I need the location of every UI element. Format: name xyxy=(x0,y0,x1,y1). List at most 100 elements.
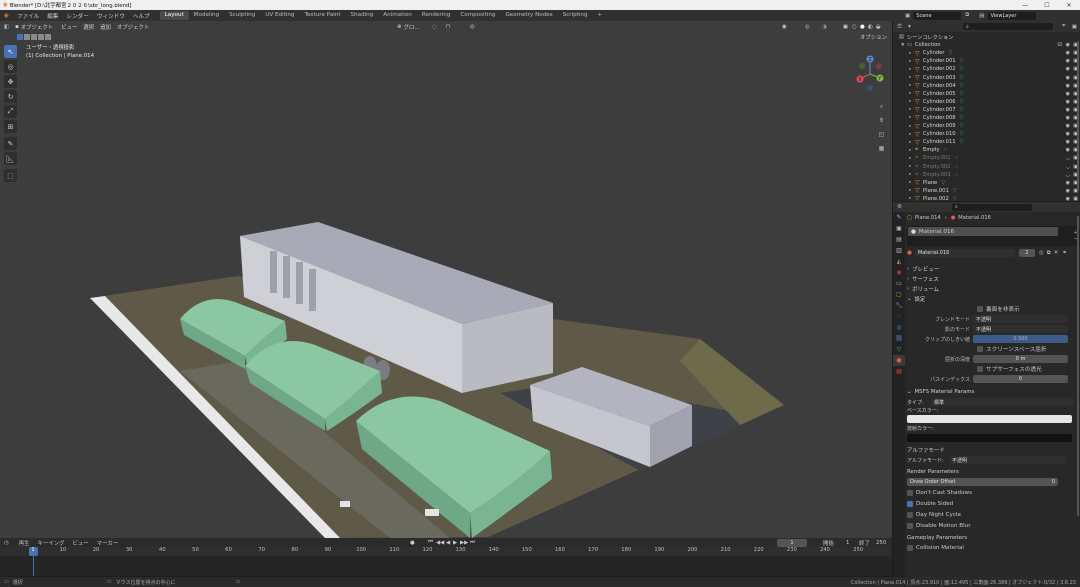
mesh-data-icon[interactable]: ▽ xyxy=(960,107,964,113)
select-mode-extend-icon[interactable] xyxy=(24,33,30,40)
mesh-data-icon[interactable]: ▽ xyxy=(960,131,964,137)
jump-end-icon[interactable]: ⏭ xyxy=(470,539,475,546)
play-icon[interactable]: ▶ xyxy=(453,540,457,546)
pivot-icon[interactable]: ◌ xyxy=(432,24,437,30)
next-key-icon[interactable]: ▶▶ xyxy=(460,540,468,546)
menu-help[interactable]: ヘルプ xyxy=(129,12,154,20)
data-tab-icon[interactable]: ▽ xyxy=(893,344,905,355)
empty-data-icon[interactable]: ⊹ xyxy=(955,164,959,170)
cursor-tool[interactable]: ◎ xyxy=(4,60,17,73)
tab-uv-editing[interactable]: UV Editing xyxy=(260,11,299,20)
msfs-panel-header[interactable]: ⌄ MSFS Material Params xyxy=(907,387,1080,397)
editor-type-icon[interactable]: ◧ xyxy=(4,24,9,30)
refraction-depth-field[interactable]: 0 m xyxy=(973,355,1068,363)
camera-view-icon[interactable]: ◰ xyxy=(876,129,887,140)
select-mode-intersect-icon[interactable] xyxy=(45,33,51,40)
transform-tool[interactable]: ⊞ xyxy=(4,120,17,133)
outliner-item[interactable]: ▸ ▽ Plane.001 ▽ ◉ ▣ xyxy=(893,187,1080,195)
mesh-data-icon[interactable]: ▽ xyxy=(960,123,964,129)
material-tab-icon[interactable]: ● xyxy=(893,355,905,366)
mesh-data-icon[interactable]: ▽ xyxy=(960,83,964,89)
pan-view-icon[interactable]: ✋︎ xyxy=(876,115,887,126)
close-button[interactable]: ✕ xyxy=(1058,2,1080,9)
add-cube-tool[interactable]: ⬚ xyxy=(4,169,17,182)
timeline-ruler[interactable]: 1 10 20 30 40 50 60 70 80 90 100 110 120 130 140 150 160… xyxy=(0,547,892,556)
maximize-button[interactable]: ☐ xyxy=(1036,2,1058,9)
new-collection-icon[interactable]: ▣ xyxy=(1072,24,1077,30)
physics-tab-icon[interactable]: ◎ xyxy=(893,322,905,333)
properties-editor-icon[interactable]: ⚙ xyxy=(897,204,902,210)
zoom-view-icon[interactable]: ⌕ xyxy=(876,101,887,112)
select-mode-new-icon[interactable] xyxy=(17,33,23,40)
blender-menu-icon[interactable]: ◉ xyxy=(0,13,13,19)
day-night-cycle-checkbox[interactable] xyxy=(907,511,913,518)
sss-translucency-checkbox[interactable] xyxy=(977,366,983,372)
outliner-item[interactable]: ▸ ▽ Cylinder ▽ ◉ ▣ xyxy=(893,49,1080,57)
ssr-checkbox[interactable] xyxy=(977,346,983,352)
outliner-scrollbar[interactable] xyxy=(1077,41,1079,191)
double-sided-checkbox[interactable] xyxy=(907,500,913,507)
mesh-data-icon[interactable]: ▽ xyxy=(960,91,964,97)
disable-motion-blur-checkbox[interactable] xyxy=(907,522,913,529)
shading-solid-icon[interactable]: ● xyxy=(860,24,865,30)
collection-checkbox[interactable]: ☑ xyxy=(1057,42,1062,48)
empty-data-icon[interactable]: ⊹ xyxy=(955,172,959,178)
menu-edit[interactable]: 編集 xyxy=(43,12,62,20)
material-filter-icon[interactable]: ⏷ xyxy=(1062,250,1066,257)
tab-sculpting[interactable]: Sculpting xyxy=(224,11,260,20)
outliner-item[interactable]: ▸ ▽ Cylinder.005 ▽ ◉ ▣ xyxy=(893,90,1080,98)
gizmo-neg-y[interactable] xyxy=(859,63,865,69)
ssr-row[interactable]: スクリーンスペース屈折 xyxy=(907,344,1080,354)
texture-tab-icon[interactable]: ▦ xyxy=(893,366,905,377)
outliner-item[interactable]: ▸ ▽ Cylinder.002 ▽ ◉ ▣ xyxy=(893,65,1080,73)
hidden-eye-icon[interactable]: ◡ xyxy=(1066,155,1070,161)
outliner-item[interactable]: ▸ ⌖ Empty.001 ⊹ ◡ ▣ xyxy=(893,154,1080,162)
visibility-eye-icon[interactable]: ◉ xyxy=(1066,58,1070,64)
dont-cast-shadows-row[interactable]: Don't Cast Shadows xyxy=(907,487,1080,498)
shadow-mode-dropdown[interactable]: 不透明 xyxy=(973,325,1068,333)
timeline-menu-keying[interactable]: キーイング xyxy=(38,539,65,547)
display-mode-icon[interactable]: ▾ xyxy=(908,24,911,30)
draw-order-field[interactable]: Draw Order Offset 0 xyxy=(907,478,1058,486)
view-layer-tab-icon[interactable]: ▥ xyxy=(893,245,905,256)
world-tab-icon[interactable]: ◉ xyxy=(893,267,905,278)
outliner-item[interactable]: ▸ ⌖ Empty.002 ⊹ ◡ ▣ xyxy=(893,163,1080,171)
collection-tab-icon[interactable]: ▭ xyxy=(893,278,905,289)
menu-file[interactable]: ファイル xyxy=(13,12,43,20)
tab-texture-paint[interactable]: Texture Paint xyxy=(299,11,345,20)
material-slot-list[interactable]: ● Material.016 + − xyxy=(907,226,1080,246)
properties-editor[interactable]: ⚙ ⌕ ✎ ▣ ▤ ▥ ◭ ◉ ▭ ▢ 🔧︎ ∴ ◎ ⛓︎ ▽ ● ▦ ▢ Pl… xyxy=(893,202,1080,577)
transform-orientation[interactable]: ⊕ グロ... xyxy=(397,23,419,31)
visibility-eye-icon[interactable]: ◉ xyxy=(1066,123,1070,129)
backface-culling-checkbox[interactable] xyxy=(977,306,983,312)
select-tool[interactable]: ↖ xyxy=(4,45,17,58)
material-users-field[interactable]: 2 xyxy=(1018,249,1035,257)
ortho-toggle-icon[interactable]: ▦ xyxy=(876,143,887,154)
fake-user-icon[interactable]: ◎ xyxy=(1039,250,1044,256)
dont-cast-shadows-checkbox[interactable] xyxy=(907,489,913,496)
sss-translucency-row[interactable]: サブサーフェスの透光 xyxy=(907,364,1080,374)
mesh-data-icon[interactable]: ▽ xyxy=(960,66,964,72)
navigation-gizmo[interactable]: Z X Y xyxy=(852,54,888,94)
base-color-swatch[interactable] xyxy=(907,415,1072,423)
minimize-button[interactable]: — xyxy=(1014,2,1036,9)
material-slot-row[interactable]: ● Material.016 xyxy=(908,227,1058,236)
menu-window[interactable]: ウィンドウ xyxy=(93,12,129,20)
scene-selector[interactable]: Scene xyxy=(913,11,962,20)
alpha-mode-dropdown[interactable]: 不透明 xyxy=(949,456,1067,464)
visibility-eye-icon[interactable]: ◉ xyxy=(1066,99,1070,105)
unlink-material-icon[interactable]: ✕ xyxy=(1054,250,1059,256)
timeline-menu-view[interactable]: ビュー xyxy=(72,539,88,547)
tab-modeling[interactable]: Modeling xyxy=(189,11,224,20)
end-frame-field[interactable]: 250 xyxy=(876,540,886,546)
emissive-color-swatch[interactable] xyxy=(907,434,1072,442)
empty-data-icon[interactable]: ⊹ xyxy=(955,155,959,161)
rotate-tool[interactable]: ↻ xyxy=(4,90,17,103)
outliner-item[interactable]: ▸ ▽ Cylinder.007 ▽ ◉ ▣ xyxy=(893,106,1080,114)
collection-row[interactable]: ▼ ▭ Collection ☑ ◉ ▣ xyxy=(893,41,1080,49)
timeline-editor-icon[interactable]: ◷ xyxy=(4,540,9,546)
timeline-menu-marker[interactable]: マーカー xyxy=(97,539,119,547)
double-sided-row[interactable]: Double Sided xyxy=(907,498,1080,509)
3d-viewport[interactable]: ◧ ▪ オブジェクト ビュー 選択 追加 オブジェクト ⊕ グロ... ◌ ⊓ … xyxy=(0,21,892,538)
snap-icon[interactable]: ⊓ xyxy=(446,24,450,30)
